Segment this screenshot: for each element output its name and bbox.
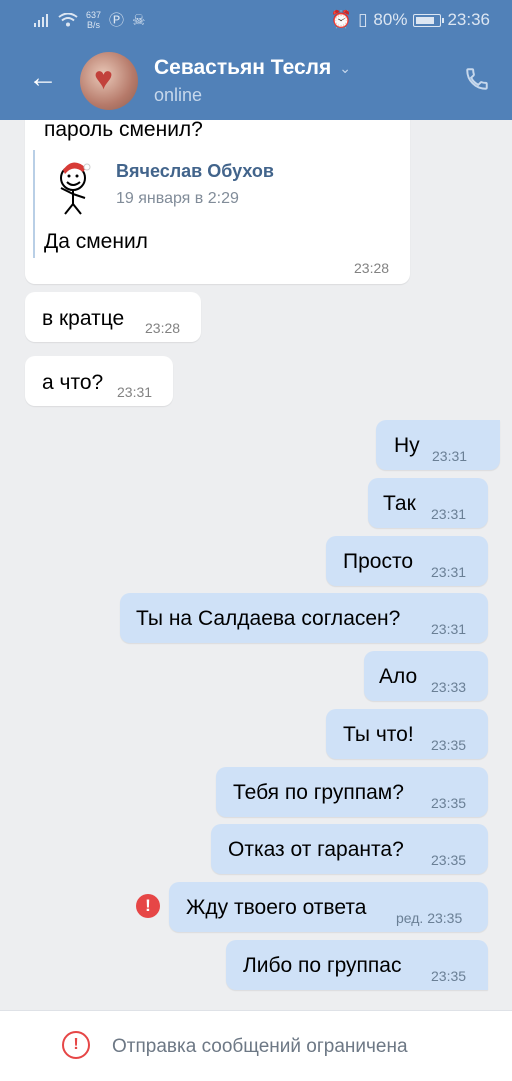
back-arrow-icon[interactable]: ← [28, 63, 58, 93]
message-text: Ты что! [343, 723, 414, 746]
message-time: 23:28 [145, 320, 181, 336]
net-speed: 637 B/s [86, 9, 102, 30]
phone-icon[interactable] [464, 66, 490, 92]
message-time: 23:35 [431, 795, 467, 811]
battery-icon [413, 13, 445, 27]
message-text: Отказ от гаранта? [228, 838, 404, 861]
message-restriction-bar: ! Отправка сообщений ограничена [0, 1010, 512, 1081]
alarm-icon: ⏰ [330, 10, 353, 29]
forward-author-avatar[interactable] [53, 158, 101, 216]
chat-header: ← Севастьян Тесля ⌄ online [0, 40, 512, 120]
message-text: пароль сменил? [44, 118, 203, 141]
signal-icon [34, 13, 48, 27]
forwarded-message-card[interactable]: пароль сменил? Вячеслав Обухов 19 января… [25, 100, 410, 284]
contact-name: Севастьян Тесля [154, 56, 332, 79]
message-edited-time: ред. 23:35 [396, 910, 463, 926]
message-text: Тебя по группам? [233, 781, 404, 804]
error-icon[interactable]: ! [136, 894, 160, 918]
message-time: 23:33 [431, 679, 467, 695]
vibrate-icon: ▯ [358, 10, 368, 29]
message-bubble[interactable]: Либо по группас 23:35 [226, 940, 488, 990]
clock: 23:36 [447, 10, 490, 29]
message-bubble[interactable]: Ало 23:33 [364, 651, 488, 701]
top-bar: 637 B/s Ⓟ ☠ ⏰ ▯ 80% 23:36 ← Севастьян Те… [0, 0, 512, 120]
forward-date: 19 января в 2:29 [116, 190, 239, 207]
message-text: Ты на Салдаева согласен? [136, 607, 401, 630]
chevron-down-icon: ⌄ [339, 59, 351, 76]
forward-quote-bar [33, 150, 35, 258]
message-text: Либо по группас [243, 954, 402, 977]
message-bubble[interactable]: Просто 23:31 [326, 536, 488, 586]
message-bubble[interactable]: Ты на Салдаева согласен? 23:31 [120, 593, 488, 643]
message-time: 23:31 [117, 384, 153, 400]
message-text: в кратце [42, 307, 125, 330]
message-bubble-failed[interactable]: Жду твоего ответа ред. 23:35 [169, 882, 488, 932]
message-time: 23:31 [431, 621, 467, 637]
message-bubble[interactable]: Ну 23:31 [376, 420, 500, 470]
message-time: 23:28 [354, 260, 390, 276]
contact-name-row[interactable]: Севастьян Тесля ⌄ [154, 56, 351, 80]
message-bubble[interactable]: Отказ от гаранта? 23:35 [211, 824, 488, 874]
avatar[interactable] [80, 52, 138, 110]
message-text: Просто [343, 550, 414, 573]
message-text: Жду твоего ответа [186, 896, 367, 919]
skull-icon: ☠ [132, 11, 146, 29]
message-bubble[interactable]: в кратце 23:28 [25, 292, 201, 342]
presence-status: online [154, 85, 203, 105]
message-text: Ало [379, 665, 418, 688]
message-text: Так [383, 492, 416, 515]
message-time: 23:35 [431, 852, 467, 868]
message-text: Ну [394, 434, 420, 457]
message-time: 23:31 [431, 564, 467, 580]
message-text: Да сменил [44, 230, 148, 253]
message-time: 23:31 [432, 448, 468, 464]
message-bubble[interactable]: а что? 23:31 [25, 356, 173, 406]
restriction-text: Отправка сообщений ограничена [112, 1036, 408, 1057]
message-time: 23:31 [431, 506, 467, 522]
forward-author-name[interactable]: Вячеслав Обухов [116, 161, 274, 182]
message-time: 23:35 [431, 968, 467, 984]
message-text: а что? [42, 371, 104, 394]
error-icon: ! [62, 1031, 90, 1059]
vpn-icon: Ⓟ [109, 12, 125, 29]
battery-percent: 80% [373, 10, 408, 29]
message-time: 23:35 [431, 737, 467, 753]
status-bar: 637 B/s Ⓟ ☠ ⏰ ▯ 80% 23:36 [0, 0, 512, 40]
message-bubble[interactable]: Тебя по группам? 23:35 [216, 767, 488, 817]
message-bubble[interactable]: Так 23:31 [368, 478, 488, 528]
wifi-icon [58, 12, 78, 26]
message-bubble[interactable]: Ты что! 23:35 [326, 709, 488, 759]
